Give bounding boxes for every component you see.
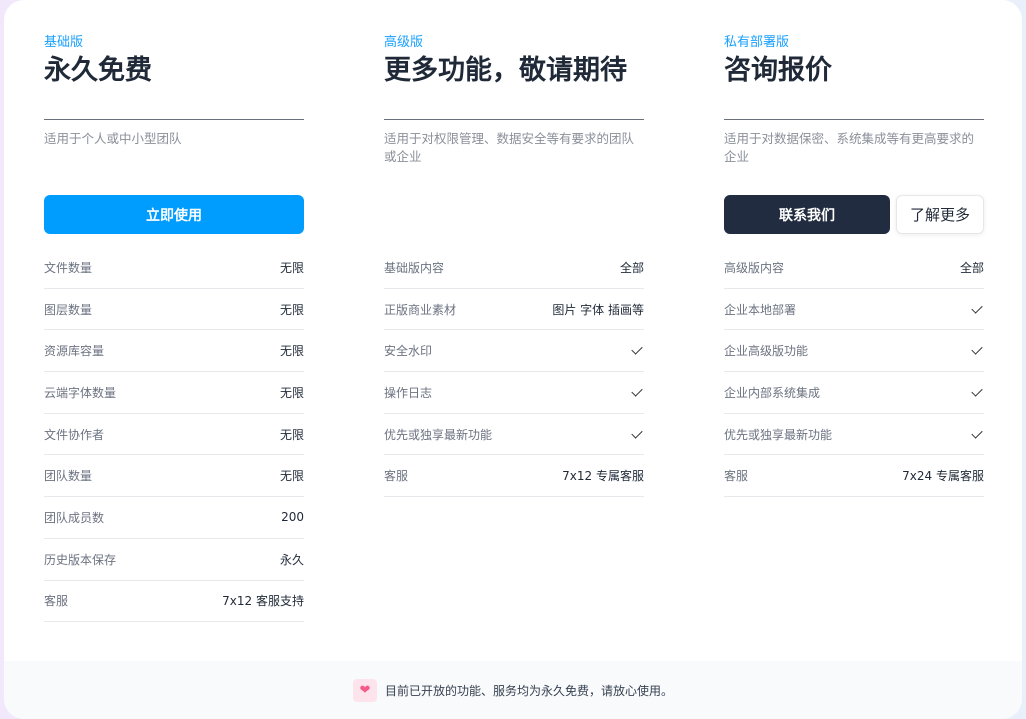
plan-title: 永久免费 — [44, 55, 152, 86]
divider — [384, 119, 644, 120]
footer-notice: ❤ 目前已开放的功能、服务均为永久免费，请放心使用。 — [4, 661, 1022, 719]
feature-value: 无限 — [279, 385, 304, 400]
feature-value: 7x12 客服支持 — [222, 594, 304, 609]
feature-row: 基础版内容 全部 — [384, 247, 644, 289]
feature-list: 基础版内容 全部 正版商业素材 图片 字体 插画等 安全水印 操作日志 优先或独享最新功能客… — [384, 247, 644, 498]
feature-row: 操作日志 — [384, 372, 644, 414]
feature-name: 安全水印 — [384, 344, 433, 359]
feature-row: 企业本地部署 — [724, 289, 984, 331]
plan-label: 私有部署版 — [724, 35, 790, 50]
feature-name: 云端字体数量 — [44, 385, 117, 400]
feature-value: 无限 — [279, 427, 304, 442]
pricing-card: 基础版 永久免费 适用于个人或中小型团队 立即使用 文件数量 无限 图层数量 无限 资源库… — [4, 0, 1022, 719]
feature-row: 客服 7x24 专属客服 — [724, 455, 984, 498]
feature-row: 云端字体数量 无限 — [44, 372, 304, 414]
feature-list: 文件数量 无限 图层数量 无限 资源库容量 无限 云端字体数量 无限 文件协作者 无限 团队数量 无限… — [44, 247, 304, 623]
feature-row: 客服 7x12 客服支持 — [44, 581, 304, 623]
plan-title: 咨询报价 — [724, 55, 832, 86]
feature-list: 高级版内容 全部企业本地部署 企业高级版功能 企业内部系统集成 优先或独享最新功能 客服 7… — [724, 247, 984, 498]
feature-value: 200 — [281, 510, 304, 525]
feature-name: 企业本地部署 — [724, 302, 797, 317]
plan-description: 适用于个人或中小型团队 — [44, 131, 182, 146]
feature-name: 企业高级版功能 — [724, 344, 809, 359]
feature-row: 团队数量 无限 — [44, 455, 304, 498]
plan-private: 私有部署版 咨询报价 适用于对数据保密、系统集成等有更高要求的企业 联系我们 了解… — [724, 34, 984, 498]
feature-name: 正版商业素材 — [384, 302, 457, 317]
basic-button-0[interactable]: 立即使用 — [44, 195, 304, 234]
feature-name: 客服 — [384, 469, 409, 484]
feature-row: 团队成员数 200 — [44, 497, 304, 539]
feature-name: 高级版内容 — [724, 260, 785, 275]
feature-name: 历史版本保存 — [44, 552, 117, 567]
check-icon — [971, 426, 983, 439]
feature-row: 文件数量 无限 — [44, 247, 304, 289]
feature-value: 无限 — [279, 469, 304, 484]
heart-icon: ❤ — [352, 678, 377, 702]
feature-row: 正版商业素材 图片 字体 插画等 — [384, 289, 644, 331]
feature-name: 图层数量 — [44, 302, 93, 317]
check-icon — [971, 301, 983, 314]
feature-row: 企业内部系统集成 — [724, 372, 984, 414]
feature-value: 7x12 专属客服 — [562, 469, 644, 484]
feature-name: 团队数量 — [44, 469, 93, 484]
feature-name: 客服 — [44, 594, 69, 609]
check-icon — [631, 343, 643, 355]
feature-row: 高级版内容 全部 — [724, 247, 984, 289]
check-icon — [631, 426, 643, 439]
private-button-0[interactable]: 联系我们 — [724, 195, 890, 234]
feature-name: 优先或独享最新功能 — [724, 427, 833, 442]
feature-name: 操作日志 — [384, 385, 433, 400]
check-icon — [631, 385, 643, 397]
plan-basic: 基础版 永久免费 适用于个人或中小型团队 立即使用 文件数量 无限 图层数量 无限 资源库… — [44, 34, 304, 623]
feature-row: 企业高级版功能 — [724, 330, 984, 373]
feature-value: 全部 — [619, 260, 644, 275]
feature-value: 图片 字体 插画等 — [552, 302, 644, 317]
feature-value: 无限 — [279, 302, 304, 317]
feature-value: 永久 — [279, 552, 304, 567]
feature-name: 优先或独享最新功能 — [384, 427, 493, 442]
feature-row: 安全水印 — [384, 330, 644, 373]
feature-row: 资源库容量 无限 — [44, 330, 304, 373]
feature-row: 历史版本保存 永久 — [44, 539, 304, 581]
feature-row: 客服 7x12 专属客服 — [384, 455, 644, 498]
feature-name: 基础版内容 — [384, 260, 445, 275]
plan-description: 适用于对权限管理、数据安全等有要求的团队或企业 — [384, 131, 635, 164]
feature-row: 图层数量 无限 — [44, 289, 304, 331]
feature-row: 文件协作者 无限 — [44, 414, 304, 456]
private-button-1[interactable]: 了解更多 — [896, 195, 984, 234]
feature-value: 无限 — [279, 260, 304, 275]
plan-description: 适用于对数据保密、系统集成等有更高要求的企业 — [724, 131, 975, 164]
feature-name: 文件协作者 — [44, 427, 105, 442]
divider — [724, 119, 984, 120]
plan-label: 高级版 — [384, 35, 424, 50]
feature-name: 客服 — [724, 469, 749, 484]
feature-name: 企业内部系统集成 — [724, 385, 821, 400]
feature-name: 文件数量 — [44, 260, 93, 275]
feature-value: 无限 — [279, 344, 304, 359]
plan-advanced: 高级版 更多功能，敬请期待 适用于对权限管理、数据安全等有要求的团队或企业 基础… — [384, 34, 644, 498]
feature-value: 全部 — [959, 260, 984, 275]
plan-label: 基础版 — [44, 35, 84, 50]
feature-row: 优先或独享最新功能 — [384, 414, 644, 456]
divider — [44, 119, 304, 120]
feature-name: 资源库容量 — [44, 344, 105, 359]
check-icon — [971, 343, 983, 355]
feature-name: 团队成员数 — [44, 510, 105, 525]
feature-row: 优先或独享最新功能 — [724, 414, 984, 456]
plan-title: 更多功能，敬请期待 — [384, 55, 627, 86]
feature-value: 7x24 专属客服 — [902, 469, 984, 484]
footer-text: 目前已开放的功能、服务均为永久免费，请放心使用。 — [384, 683, 673, 698]
check-icon — [971, 385, 983, 397]
